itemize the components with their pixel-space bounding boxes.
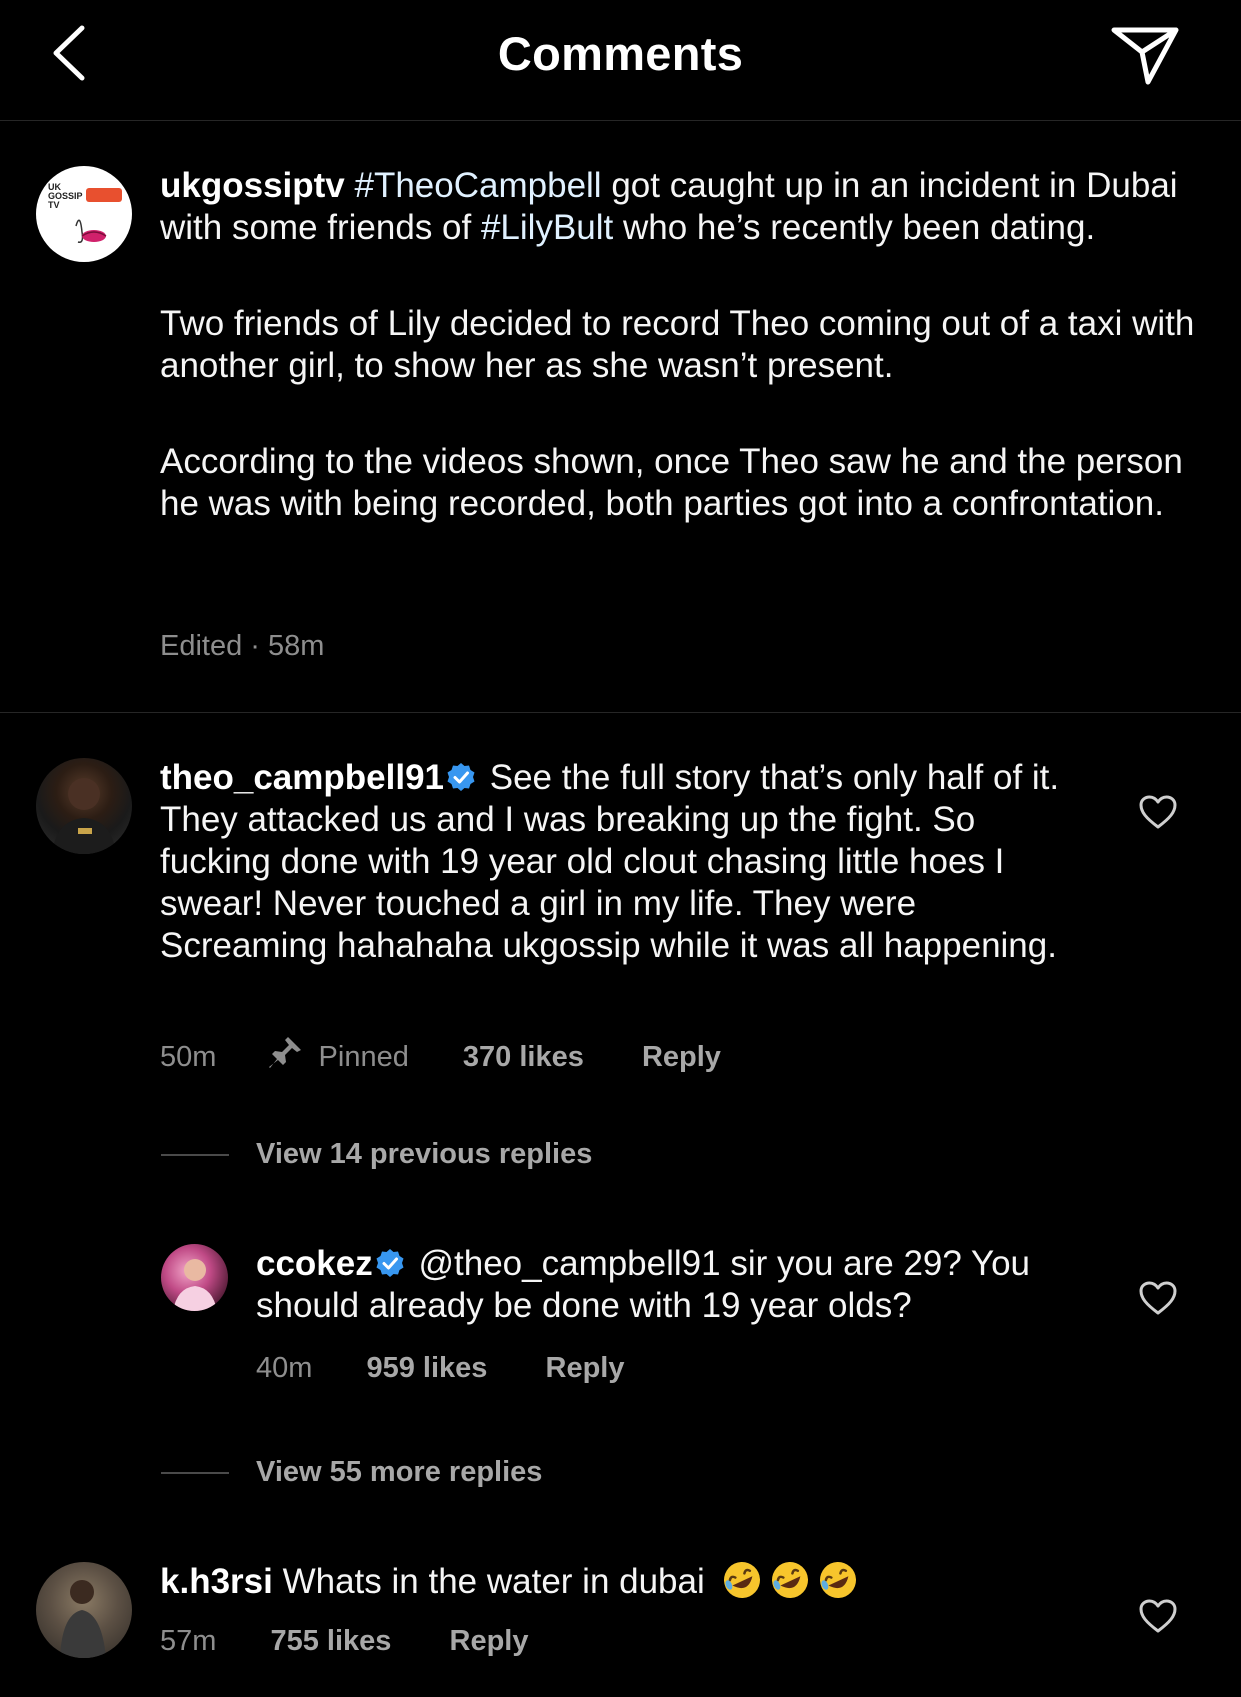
caption-paragraph-2: Two friends of Lily decided to record Th… bbox=[160, 304, 1195, 385]
ukgossip-logo: UK GOSSIP TV bbox=[48, 182, 122, 244]
svg-text:TV: TV bbox=[48, 200, 60, 210]
reply-button[interactable]: Reply bbox=[642, 1041, 721, 1074]
pin-icon bbox=[266, 1034, 304, 1080]
caption-username[interactable]: ukgossiptv bbox=[160, 166, 345, 205]
paper-plane-icon bbox=[1111, 27, 1179, 85]
reply-meta: 40m 959 likes Reply bbox=[256, 1352, 624, 1385]
hashtag-lilybult[interactable]: #LilyBult bbox=[481, 208, 613, 247]
reply-button[interactable]: Reply bbox=[450, 1625, 529, 1658]
avatar[interactable] bbox=[36, 1562, 132, 1658]
comment-meta: 57m 755 likes Reply bbox=[160, 1625, 528, 1658]
reply-text: ccokez @theo_campbell91 sir you are 29? … bbox=[256, 1243, 1086, 1327]
view-previous-replies-button[interactable]: View 14 previous replies bbox=[256, 1138, 592, 1171]
caption-timestamp: Edited · 58m bbox=[160, 630, 325, 662]
replies-divider-line bbox=[161, 1472, 229, 1474]
reply-timestamp: 40m bbox=[256, 1352, 313, 1384]
caption-text-part: who he’s recently been dating. bbox=[613, 208, 1096, 247]
heart-icon bbox=[1139, 795, 1177, 829]
caption-text: ukgossiptv #TheoCampbell got caught up i… bbox=[160, 165, 1200, 525]
heart-icon bbox=[1139, 1281, 1177, 1315]
likes-count[interactable]: 370 likes bbox=[463, 1041, 584, 1074]
header-bar: Comments bbox=[0, 0, 1241, 121]
avatar[interactable] bbox=[36, 758, 132, 854]
caption-avatar[interactable]: UK GOSSIP TV bbox=[36, 166, 132, 262]
verified-badge-icon bbox=[447, 763, 475, 791]
rolling-on-floor-laughing-emoji bbox=[819, 1562, 856, 1598]
caption-paragraph-1: ukgossiptv #TheoCampbell got caught up i… bbox=[160, 165, 1200, 249]
comment-body: Whats in the water in dubai bbox=[282, 1562, 705, 1601]
comment-meta: 50m Pinned 370 likes Reply bbox=[160, 1034, 721, 1080]
likes-count[interactable]: 959 likes bbox=[366, 1352, 487, 1385]
likes-count[interactable]: 755 likes bbox=[270, 1625, 391, 1658]
person-photo bbox=[60, 1580, 106, 1658]
verified-badge-icon bbox=[376, 1249, 404, 1277]
replies-divider-line bbox=[161, 1154, 229, 1156]
like-button[interactable] bbox=[1138, 794, 1178, 830]
comment-text: theo_campbell91 See the full story that’… bbox=[160, 757, 1080, 967]
caption-paragraph-3: According to the videos shown, once Theo… bbox=[160, 442, 1183, 523]
rolling-on-floor-laughing-emoji bbox=[723, 1562, 760, 1598]
page-title: Comments bbox=[497, 27, 744, 80]
share-button[interactable] bbox=[1110, 24, 1180, 86]
divider bbox=[0, 712, 1241, 713]
comment-username[interactable]: theo_campbell91 bbox=[160, 758, 444, 797]
like-button[interactable] bbox=[1138, 1598, 1178, 1634]
avatar[interactable] bbox=[161, 1244, 228, 1311]
reply-username[interactable]: ccokez bbox=[256, 1244, 373, 1283]
hashtag-theocampbell[interactable]: #TheoCampbell bbox=[355, 166, 602, 205]
comment-username[interactable]: k.h3rsi bbox=[160, 1562, 273, 1601]
like-button[interactable] bbox=[1138, 1280, 1178, 1316]
view-more-replies-button[interactable]: View 55 more replies bbox=[256, 1456, 542, 1489]
pinned-label: Pinned bbox=[318, 1041, 409, 1073]
comment-text: k.h3rsi Whats in the water in dubai bbox=[160, 1559, 1080, 1603]
rolling-on-floor-laughing-emoji bbox=[771, 1562, 808, 1598]
person-photo bbox=[173, 1259, 217, 1311]
reply-button[interactable]: Reply bbox=[546, 1352, 625, 1385]
comment-timestamp: 57m bbox=[160, 1625, 217, 1657]
comment-timestamp: 50m bbox=[160, 1041, 217, 1073]
heart-icon bbox=[1139, 1599, 1177, 1633]
person-photo bbox=[52, 778, 116, 854]
caption-meta: Edited · 58m bbox=[160, 630, 324, 663]
